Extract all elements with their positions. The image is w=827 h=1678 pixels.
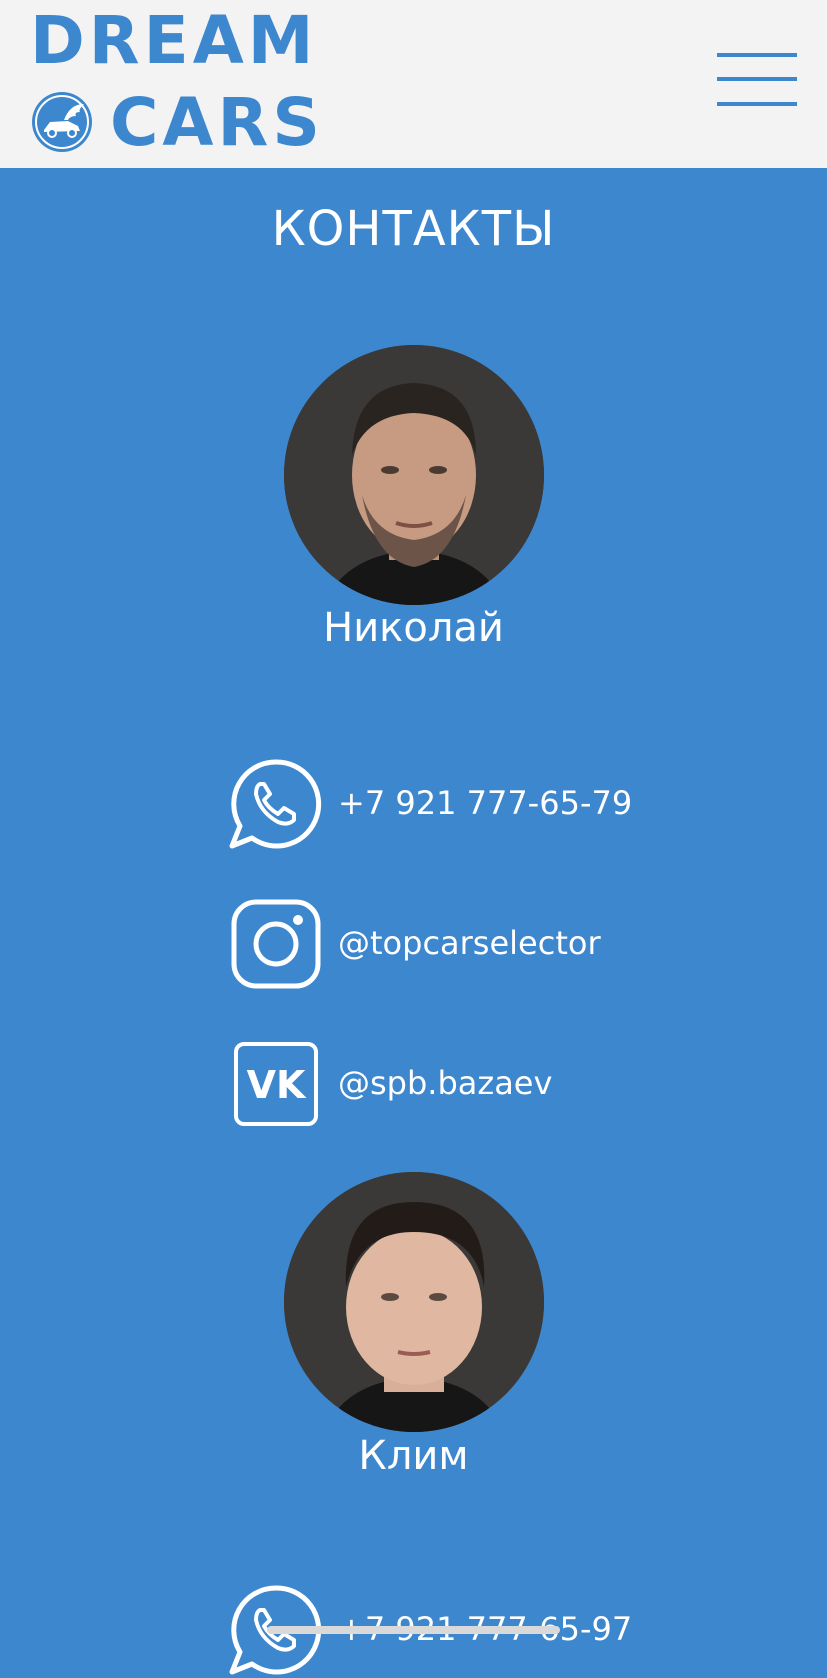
contact-text: +7 921 777-65-79 — [338, 784, 633, 822]
logo-text-dream[interactable]: DREAM — [30, 8, 317, 74]
vk-contact-link[interactable]: VK @spb.bazaev — [228, 1036, 648, 1132]
menu-bar — [717, 77, 797, 81]
avatar-klim — [284, 1172, 544, 1432]
instagram-contact-link[interactable]: @topcarselector — [228, 896, 648, 992]
winged-car-emblem-icon[interactable] — [30, 90, 94, 154]
whatsapp-contact-link[interactable]: +7 921 777-65-79 — [228, 756, 648, 852]
hamburger-menu-button[interactable] — [716, 48, 798, 110]
vk-logo-letters: VK — [247, 1063, 307, 1107]
contacts-title: КОНТАКТЫ — [271, 201, 556, 257]
contact-text: @spb.bazaev — [338, 1064, 553, 1102]
person-name: Клим — [358, 1433, 469, 1479]
menu-bar — [717, 53, 797, 57]
logo-text-cars[interactable]: CARS — [110, 90, 324, 156]
vk-icon: VK — [234, 1042, 318, 1126]
person-name: Николай — [323, 605, 504, 651]
avatar-nikolai — [284, 345, 544, 605]
whatsapp-icon — [229, 759, 322, 849]
contact-text: @topcarselector — [338, 924, 601, 962]
site-header: DREAM CARS — [0, 0, 827, 168]
instagram-icon — [231, 899, 321, 989]
home-indicator — [267, 1626, 560, 1634]
menu-bar — [717, 102, 797, 106]
